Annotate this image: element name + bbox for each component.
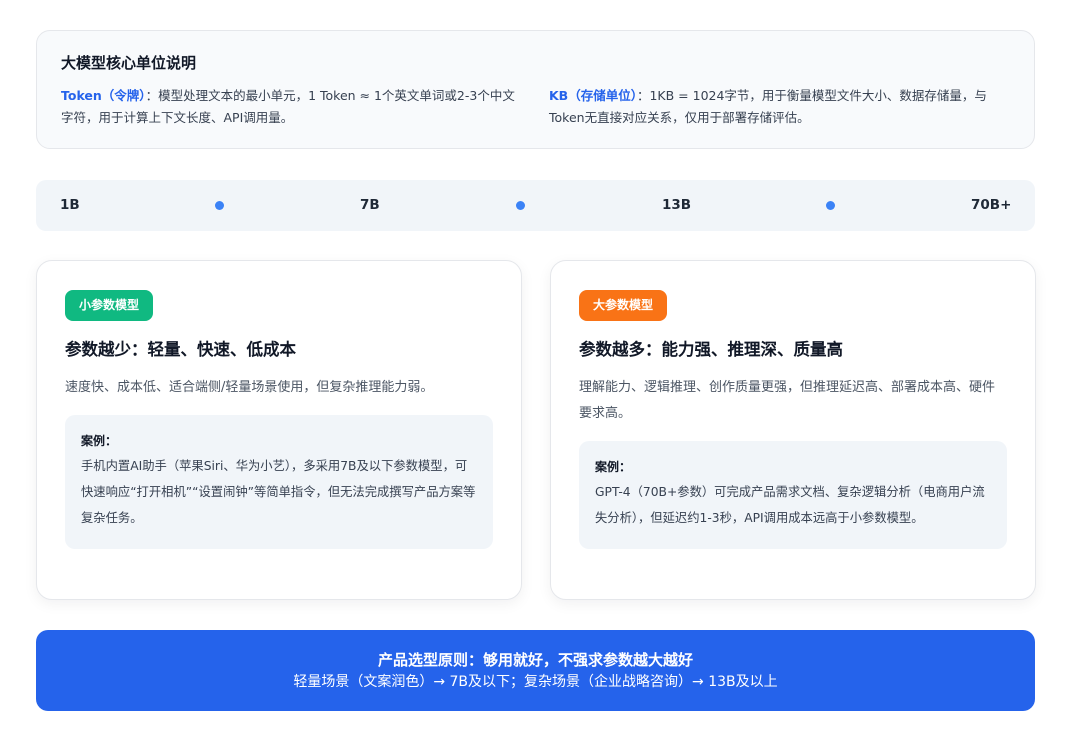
units-columns: Token（令牌）：模型处理文本的最小单元，1 Token ≈ 1个英文单词或2… [61, 85, 1010, 129]
small-model-card: 小参数模型 参数越少：轻量、快速、低成本 速度快、成本低、适合端侧/轻量场景使用… [36, 260, 522, 600]
token-definition: Token（令牌）：模型处理文本的最小单元，1 Token ≈ 1个英文单词或2… [61, 85, 519, 129]
kb-term: KB（存储单位） [549, 88, 637, 103]
scale-label-1b: 1B [60, 197, 80, 213]
small-model-case-text: 手机内置AI助手（苹果Siri、华为小艺），多采用7B及以下参数模型，可快速响应… [81, 459, 476, 525]
small-model-heading: 参数越少：轻量、快速、低成本 [65, 340, 296, 359]
small-model-case-box: 案例： 手机内置AI助手（苹果Siri、华为小艺），多采用7B及以下参数模型，可… [65, 415, 493, 549]
small-model-badge: 小参数模型 [65, 290, 154, 321]
small-model-description: 速度快、成本低、适合端侧/轻量场景使用，但复杂推理能力弱。 [65, 380, 434, 395]
units-explanation-panel: 大模型核心单位说明 Token（令牌）：模型处理文本的最小单元，1 Token … [36, 30, 1035, 149]
parameter-scale-bar: 1B 7B 13B 70B+ [36, 180, 1035, 231]
scale-dot [516, 201, 525, 210]
scale-label-70b: 70B+ [971, 197, 1012, 213]
large-model-card: 大参数模型 参数越多：能力强、推理深、质量高 理解能力、逻辑推理、创作质量更强，… [550, 260, 1036, 600]
scale-label-13b: 13B [662, 197, 692, 213]
principle-title: 产品选型原则：够用就好，不强求参数越大越好 [377, 651, 693, 669]
large-model-description: 理解能力、逻辑推理、创作质量更强，但推理延迟高、部署成本高、硬件要求高。 [579, 380, 996, 421]
scale-dot [215, 201, 224, 210]
scale-label-7b: 7B [360, 197, 380, 213]
small-model-case-label: 案例： [81, 434, 118, 448]
scale-dot [826, 201, 835, 210]
large-model-case-text: GPT-4（70B+参数）可完成产品需求文档、复杂逻辑分析（电商用户流失分析），… [595, 485, 985, 525]
token-term: Token（令牌） [61, 88, 146, 103]
large-model-heading: 参数越多：能力强、推理深、质量高 [579, 340, 843, 359]
large-model-case-label: 案例： [595, 460, 632, 474]
selection-principle-banner: 产品选型原则：够用就好，不强求参数越大越好 轻量场景（文案润色）→ 7B及以下；… [36, 630, 1035, 711]
units-title: 大模型核心单位说明 [61, 54, 197, 72]
large-model-case-box: 案例： GPT-4（70B+参数）可完成产品需求文档、复杂逻辑分析（电商用户流失… [579, 441, 1007, 549]
kb-definition: KB（存储单位）：1KB = 1024字节，用于衡量模型文件大小、数据存储量，与… [549, 85, 1007, 129]
large-model-badge: 大参数模型 [579, 290, 668, 321]
principle-subtitle: 轻量场景（文案润色）→ 7B及以下；复杂场景（企业战略咨询）→ 13B及以上 [293, 674, 778, 690]
